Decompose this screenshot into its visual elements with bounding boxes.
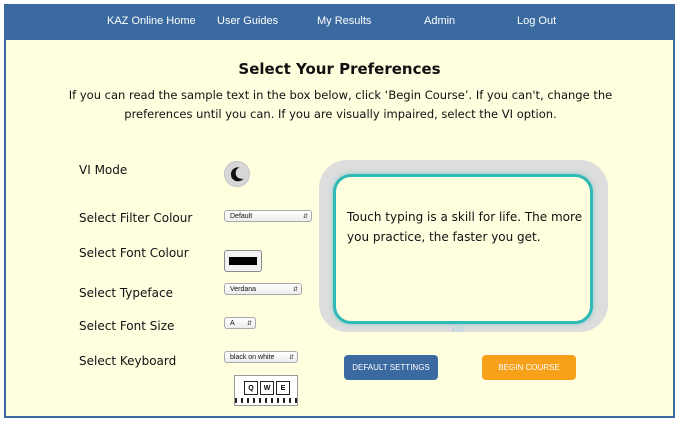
keyboard-select[interactable]: black on white ⇵ [224,351,298,363]
keyboard-value: black on white [230,354,275,361]
typeface-value: Verdana [230,286,257,293]
sample-text-box: Touch typing is a skill for life. The mo… [333,174,593,324]
nav-admin[interactable]: Admin [424,6,455,40]
keyboard-preview: Q W E [234,375,298,406]
typeface-select[interactable]: Verdana ⇵ [224,283,302,295]
nav-kaz-online-home[interactable]: KAZ Online Home [107,6,196,40]
vi-mode-toggle[interactable] [224,161,250,187]
filter-colour-label: Select Filter Colour [79,211,193,225]
updown-arrows-icon: ⇵ [302,214,308,220]
default-settings-button[interactable]: DEFAULT SETTINGS [344,355,438,380]
page-title: Select Your Preferences [238,60,441,78]
font-size-select[interactable]: A ⇵ [224,317,256,329]
keyboard-label: Select Keyboard [79,354,177,368]
nav-my-results[interactable]: My Results [317,6,371,40]
keyboard-key-row [235,398,297,403]
sample-text: Touch typing is a skill for life. The mo… [347,210,583,244]
nav-user-guides[interactable]: User Guides [217,6,278,40]
keyboard-key-e: E [276,381,290,395]
sample-text-frame: Touch typing is a skill for life. The mo… [319,160,608,332]
updown-arrows-icon: ⇵ [246,321,252,327]
updown-arrows-icon: ⇵ [288,355,294,361]
crescent-moon-icon [230,167,244,182]
app-frame: KAZ Online Home User Guides My Results A… [4,4,675,418]
font-size-label: Select Font Size [79,319,175,333]
kaz-watermark: KAZ [452,328,464,334]
filter-colour-value: Default [230,213,253,220]
typeface-label: Select Typeface [79,286,173,300]
font-size-value: A [230,320,235,327]
intro-text: If you can read the sample text in the b… [46,86,635,124]
font-colour-label: Select Font Colour [79,246,189,260]
updown-arrows-icon: ⇵ [292,287,298,293]
intro-line-1: If you can read the sample text in the b… [68,88,613,102]
filter-colour-select[interactable]: Default ⇵ [224,210,312,222]
keyboard-key-w: W [260,381,274,395]
font-colour-picker[interactable] [224,250,262,272]
keyboard-key-q: Q [244,381,258,395]
top-navbar: KAZ Online Home User Guides My Results A… [6,6,673,40]
nav-log-out[interactable]: Log Out [517,6,556,40]
intro-line-2: preferences until you can. If you are vi… [124,107,557,121]
begin-course-button[interactable]: BEGIN COURSE [482,355,576,380]
vi-mode-label: VI Mode [79,163,128,177]
font-colour-swatch [229,257,257,265]
